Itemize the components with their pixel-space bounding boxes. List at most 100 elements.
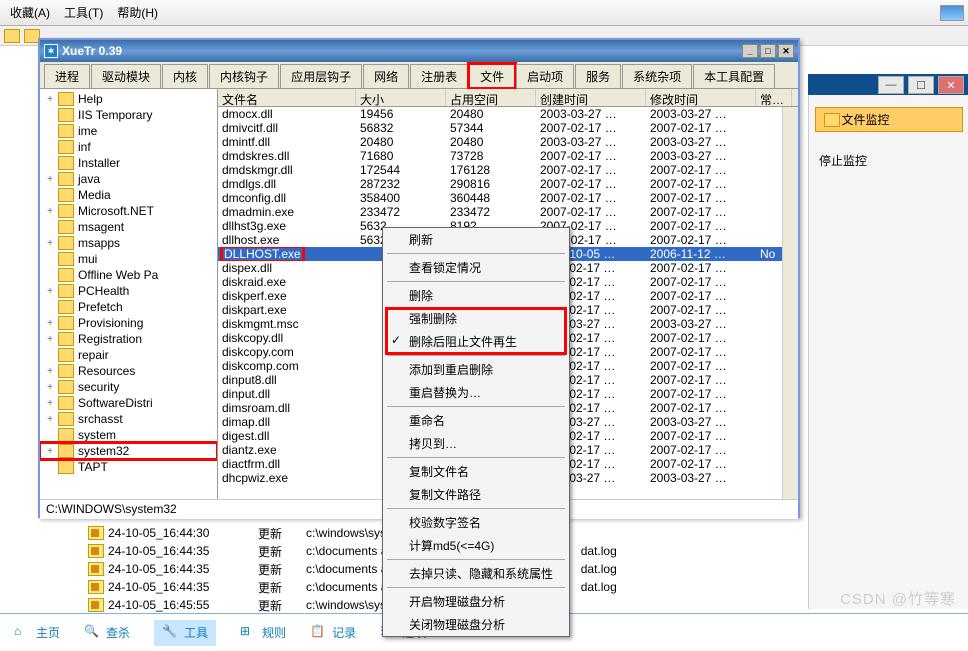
close-button[interactable]: ✕ bbox=[938, 76, 964, 94]
file-row[interactable]: dmdskmgr.dll1725441761282007-02-17 …2007… bbox=[218, 163, 798, 177]
nav-记录[interactable]: 📋记录 bbox=[310, 624, 356, 642]
tree-item[interactable]: system bbox=[40, 427, 217, 443]
ctx-item[interactable]: 复制文件路径 bbox=[383, 483, 569, 506]
tree-item[interactable]: inf bbox=[40, 139, 217, 155]
tab-3[interactable]: 内核钩子 bbox=[209, 64, 279, 88]
col-create[interactable]: 创建时间 bbox=[536, 89, 646, 106]
tree-item[interactable]: Media bbox=[40, 187, 217, 203]
ctx-item[interactable]: 重命名 bbox=[383, 409, 569, 432]
scrollbar-vertical[interactable] bbox=[782, 107, 798, 499]
maximize-button[interactable]: □ bbox=[760, 44, 776, 58]
minimize-button[interactable]: — bbox=[878, 76, 904, 94]
expand-icon[interactable]: + bbox=[44, 318, 56, 329]
tab-11[interactable]: 本工具配置 bbox=[693, 64, 775, 88]
minimize-button[interactable]: _ bbox=[742, 44, 758, 58]
ctx-item[interactable]: 去掉只读、隐藏和系统属性 bbox=[383, 562, 569, 585]
ctx-item[interactable]: 开启物理磁盘分析 bbox=[383, 590, 569, 613]
tree-item[interactable]: +srchasst bbox=[40, 411, 217, 427]
tab-7[interactable]: 文件 bbox=[469, 64, 515, 88]
col-mod[interactable]: 修改时间 bbox=[646, 89, 756, 106]
tree-label: SoftwareDistri bbox=[78, 396, 153, 410]
file-row[interactable]: dmintf.dll20480204802003-03-27 …2003-03-… bbox=[218, 135, 798, 149]
ctx-item[interactable]: 添加到重启删除 bbox=[383, 358, 569, 381]
tree-item[interactable]: +Help bbox=[40, 91, 217, 107]
col-used[interactable]: 占用空间 bbox=[446, 89, 536, 106]
file-row[interactable]: dmocx.dll19456204802003-03-27 …2003-03-2… bbox=[218, 107, 798, 121]
folder-tree[interactable]: +HelpIIS TemporaryimeinfInstaller+javaMe… bbox=[40, 89, 218, 499]
tab-5[interactable]: 网络 bbox=[363, 64, 409, 88]
tree-item[interactable]: +PCHealth bbox=[40, 283, 217, 299]
tree-item[interactable]: Prefetch bbox=[40, 299, 217, 315]
file-row[interactable]: dmdskres.dll71680737282007-02-17 …2003-0… bbox=[218, 149, 798, 163]
ctx-item[interactable]: 校验数字签名 bbox=[383, 511, 569, 534]
nav-主页[interactable]: ⌂主页 bbox=[14, 624, 60, 642]
tree-item[interactable]: + SoftwareDistri bbox=[40, 395, 217, 411]
menu-fav[interactable]: 收藏(A) bbox=[4, 1, 56, 24]
tree-item[interactable]: +Provisioning bbox=[40, 315, 217, 331]
ctx-item[interactable]: 计算md5(<=4G) bbox=[383, 534, 569, 557]
tree-item[interactable]: Installer bbox=[40, 155, 217, 171]
ctx-item[interactable]: 查看锁定情况 bbox=[383, 256, 569, 279]
tree-item[interactable]: +Resources bbox=[40, 363, 217, 379]
tab-0[interactable]: 进程 bbox=[44, 64, 90, 88]
tab-4[interactable]: 应用层钩子 bbox=[280, 64, 362, 88]
menu-tools[interactable]: 工具(T) bbox=[58, 1, 109, 24]
file-row[interactable]: dmconfig.dll3584003604482007-02-17 …2007… bbox=[218, 191, 798, 205]
tree-item[interactable]: +Registration bbox=[40, 331, 217, 347]
tree-item[interactable]: TAPT bbox=[40, 459, 217, 475]
ctx-item[interactable]: 复制文件名 bbox=[383, 460, 569, 483]
nav-规则[interactable]: ⊞规则 bbox=[240, 624, 286, 642]
file-row[interactable]: dmdlgs.dll2872322908162007-02-17 …2007-0… bbox=[218, 177, 798, 191]
close-button[interactable]: ✕ bbox=[778, 44, 794, 58]
tree-item[interactable]: +system32 bbox=[40, 443, 217, 459]
ctx-item[interactable]: 重启替换为… bbox=[383, 381, 569, 404]
tab-1[interactable]: 驱动模块 bbox=[91, 64, 161, 88]
tree-item[interactable]: repair bbox=[40, 347, 217, 363]
tree-item[interactable]: ime bbox=[40, 123, 217, 139]
nav-查杀[interactable]: 🔍查杀 bbox=[84, 624, 130, 642]
ctx-item[interactable]: 删除 bbox=[383, 284, 569, 307]
file-monitor-button[interactable]: 文件监控 bbox=[815, 107, 963, 132]
tree-item[interactable]: +Microsoft.NET bbox=[40, 203, 217, 219]
ctx-item[interactable]: 刷新 bbox=[383, 228, 569, 251]
col-ext[interactable]: 常… bbox=[756, 89, 792, 106]
col-size[interactable]: 大小 bbox=[356, 89, 446, 106]
list-header[interactable]: 文件名 大小 占用空间 创建时间 修改时间 常… bbox=[218, 89, 798, 107]
folder-icon[interactable] bbox=[4, 29, 20, 43]
ctx-item[interactable]: 强制删除 bbox=[383, 307, 569, 330]
expand-icon[interactable]: + bbox=[44, 94, 56, 105]
tree-item[interactable]: +msapps bbox=[40, 235, 217, 251]
tree-item[interactable]: msagent bbox=[40, 219, 217, 235]
tree-item[interactable]: IIS Temporary bbox=[40, 107, 217, 123]
menu-help[interactable]: 帮助(H) bbox=[111, 1, 164, 24]
tree-item[interactable]: Offline Web Pa bbox=[40, 267, 217, 283]
stop-monitor-button[interactable]: 停止监控 bbox=[819, 152, 958, 169]
expand-icon[interactable]: + bbox=[44, 286, 56, 297]
tree-item[interactable]: +security bbox=[40, 379, 217, 395]
tab-2[interactable]: 内核 bbox=[162, 64, 208, 88]
tree-item[interactable]: +java bbox=[40, 171, 217, 187]
expand-icon[interactable]: + bbox=[44, 398, 56, 409]
ctx-item[interactable]: 删除后阻止文件再生 bbox=[383, 330, 569, 353]
tab-8[interactable]: 启动项 bbox=[516, 64, 574, 88]
expand-icon[interactable]: + bbox=[44, 238, 56, 249]
tree-item[interactable]: mui bbox=[40, 251, 217, 267]
ctx-item[interactable]: 关闭物理磁盘分析 bbox=[383, 613, 569, 636]
ctx-item[interactable]: 拷贝到… bbox=[383, 432, 569, 455]
expand-icon[interactable]: + bbox=[44, 446, 56, 457]
file-row[interactable]: dmivcitf.dll56832573442007-02-17 …2007-0… bbox=[218, 121, 798, 135]
tab-6[interactable]: 注册表 bbox=[410, 64, 468, 88]
expand-icon[interactable]: + bbox=[44, 366, 56, 377]
nav-工具[interactable]: 🔧工具 bbox=[154, 620, 216, 646]
tab-10[interactable]: 系统杂项 bbox=[622, 64, 692, 88]
expand-icon[interactable]: + bbox=[44, 206, 56, 217]
expand-icon[interactable]: + bbox=[44, 414, 56, 425]
file-row[interactable]: dmadmin.exe2334722334722007-02-17 …2007-… bbox=[218, 205, 798, 219]
expand-icon[interactable]: + bbox=[44, 334, 56, 345]
expand-icon[interactable]: + bbox=[44, 174, 56, 185]
maximize-button[interactable]: ☐ bbox=[908, 76, 934, 94]
col-name[interactable]: 文件名 bbox=[218, 89, 356, 106]
tab-9[interactable]: 服务 bbox=[575, 64, 621, 88]
expand-icon[interactable]: + bbox=[44, 382, 56, 393]
title-bar[interactable]: ✶ XueTr 0.39 _ □ ✕ bbox=[40, 40, 798, 62]
